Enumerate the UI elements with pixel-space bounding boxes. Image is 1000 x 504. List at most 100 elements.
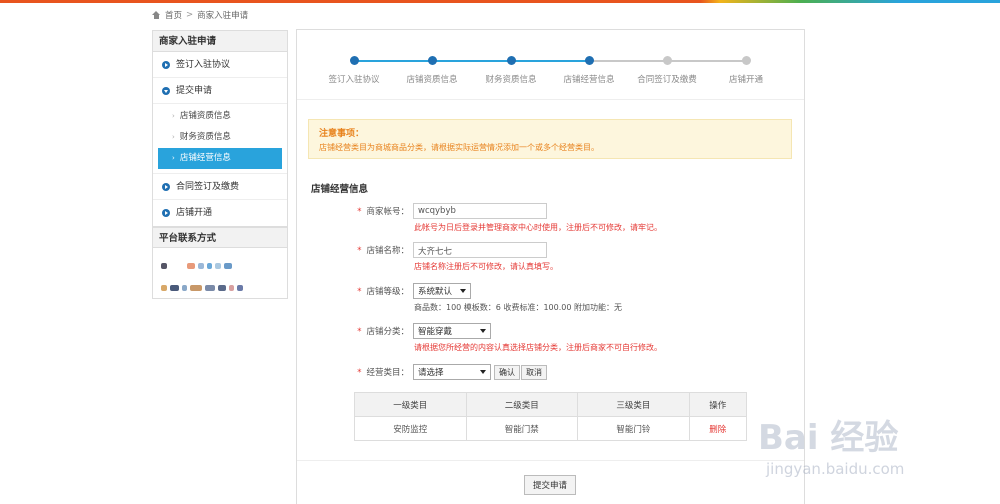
required-mark: *: [357, 327, 362, 337]
table-cell: 智能门禁: [465, 416, 579, 441]
blurred-contact-line: [161, 263, 232, 269]
table-header: 操作: [688, 392, 748, 417]
sidebar-sub-list: › 店铺资质信息 › 财务资质信息 › 店铺经营信息: [153, 104, 287, 174]
top-accent-bar: [0, 0, 1000, 3]
biz-category-select-value: 请选择: [418, 368, 444, 378]
breadcrumb-home[interactable]: 首页: [165, 9, 182, 21]
form-label: * 经营类目：: [337, 366, 409, 378]
notice-title: 注意事项：: [319, 129, 365, 139]
table-row: 安防监控 智能门禁 智能门铃 删除: [354, 416, 748, 441]
category-select-value: 智能穿戴: [418, 327, 453, 337]
submit-button[interactable]: 提交申请: [524, 475, 576, 495]
form-label-text: 经营类目：: [366, 368, 409, 378]
step-dot-done: [428, 56, 437, 65]
form-label-text: 店铺名称：: [366, 246, 409, 256]
step-dot-current: [585, 56, 594, 65]
arrow-right-circle-icon: [162, 182, 170, 191]
watermark: Bai 经验 jingyan.baidu.com: [758, 410, 988, 500]
sidebar-nav: 商家入驻申请 签订入驻协议 提交申请 › 店铺资质信息 › 财务资质信息 › 店…: [152, 30, 288, 227]
step-dot-pending: [742, 56, 751, 65]
watermark-url: jingyan.baidu.com: [766, 460, 905, 478]
biz-category-select[interactable]: 请选择: [413, 364, 491, 380]
step-label: 店铺资质信息: [406, 75, 458, 85]
required-mark: *: [357, 246, 362, 256]
notice-text: 店铺经营类目为商城商品分类，请根据实际运营情况添加一个或多个经营类目。: [319, 143, 599, 152]
contact-box: 平台联系方式: [152, 227, 288, 299]
sidebar-subitem-business-info[interactable]: › 店铺经营信息: [158, 148, 282, 169]
step-label: 签订入驻协议: [328, 75, 380, 85]
level-select-value: 系统默认: [418, 287, 453, 297]
chevron-down-icon: [480, 329, 486, 333]
sidebar-item-submit[interactable]: 提交申请: [153, 78, 287, 104]
sidebar-item-label: 合同签订及缴费: [176, 181, 240, 192]
sidebar-subitem-label: 店铺资质信息: [179, 111, 231, 121]
form-label-text: 商家帐号：: [366, 207, 409, 217]
required-mark: *: [357, 207, 362, 217]
sidebar-subitem-finance-qualification[interactable]: › 财务资质信息: [158, 127, 282, 148]
breadcrumb-separator: >: [186, 10, 194, 20]
category-table: 一级类目 二级类目 三级类目 操作 安防监控 智能门禁 智能门铃 删除: [354, 392, 748, 441]
notice-box: 注意事项： 店铺经营类目为商城商品分类，请根据实际运营情况添加一个或多个经营类目…: [308, 119, 792, 159]
form-label: * 店铺等级：: [337, 285, 409, 297]
submit-area: 提交申请: [297, 460, 804, 495]
required-mark: *: [357, 287, 362, 297]
level-select[interactable]: 系统默认: [413, 283, 471, 299]
chevron-down-icon: [460, 289, 466, 293]
sidebar-subitem-label: 财务资质信息: [179, 132, 231, 142]
sidebar-item-contract[interactable]: 合同签订及缴费: [153, 174, 287, 200]
category-select[interactable]: 智能穿戴: [413, 323, 491, 339]
confirm-button[interactable]: 确认: [494, 365, 520, 380]
form-label: * 商家帐号：: [337, 205, 409, 217]
table-cell: 智能门铃: [577, 416, 690, 441]
level-info: 商品数：100 模板数：6 收费标准：100.00 附加功能：无: [414, 303, 622, 312]
form-label: * 店铺名称：: [337, 244, 409, 256]
progress-steps: 签订入驻协议 店铺资质信息 财务资质信息 店铺经营信息 合同签订及缴费 店铺开通: [297, 30, 804, 100]
table-header: 二级类目: [465, 392, 579, 417]
sidebar-item-label: 提交申请: [176, 85, 213, 96]
table-header: 三级类目: [577, 392, 690, 417]
table-cell: 安防监控: [354, 416, 467, 441]
arrow-right-circle-icon: [162, 60, 170, 69]
required-mark: *: [357, 368, 362, 378]
main-panel: 签订入驻协议 店铺资质信息 财务资质信息 店铺经营信息 合同签订及缴费 店铺开通…: [296, 29, 805, 504]
bullet-icon: ›: [172, 133, 175, 141]
step-label: 合同签订及缴费: [637, 75, 697, 85]
breadcrumb: 首页 > 商家入驻申请: [152, 9, 248, 21]
form-label-text: 店铺等级：: [366, 287, 409, 297]
category-hint: 请根据您所经营的内容认真选择店铺分类，注册后商家不可自行修改。: [414, 343, 662, 352]
step-label: 财务资质信息: [485, 75, 537, 85]
step-dot-done: [350, 56, 359, 65]
shop-name-input[interactable]: 大齐七七: [413, 242, 547, 258]
form-label: * 店铺分类：: [337, 325, 409, 337]
sidebar-title: 商家入驻申请: [153, 31, 287, 52]
arrow-down-circle-icon: [162, 86, 170, 95]
blurred-contact-line: [161, 285, 243, 291]
table-header-row: 一级类目 二级类目 三级类目 操作: [354, 392, 748, 417]
sidebar-subitem-shop-qualification[interactable]: › 店铺资质信息: [158, 106, 282, 127]
sidebar: 商家入驻申请 签订入驻协议 提交申请 › 店铺资质信息 › 财务资质信息 › 店…: [152, 30, 288, 299]
form-label-text: 店铺分类：: [366, 327, 409, 337]
breadcrumb-current: 商家入驻申请: [197, 11, 249, 21]
sidebar-item-agreement[interactable]: 签订入驻协议: [153, 52, 287, 78]
chevron-down-icon: [480, 370, 486, 374]
cancel-button[interactable]: 取消: [521, 365, 547, 380]
arrow-right-circle-icon: [162, 209, 170, 217]
step-label: 店铺经营信息: [563, 75, 615, 85]
account-input[interactable]: wcqybyb: [413, 203, 547, 219]
contact-title: 平台联系方式: [153, 227, 287, 248]
table-header: 一级类目: [354, 392, 467, 417]
sidebar-item-label: 店铺开通: [176, 208, 213, 218]
home-icon: [152, 11, 161, 19]
shop-name-hint: 店铺名称注册后不可修改，请认真填写。: [414, 262, 558, 271]
step-label: 店铺开通: [728, 75, 763, 85]
bullet-icon: ›: [172, 154, 175, 162]
watermark-logo: Bai 经验: [758, 418, 899, 458]
step-line-done: [354, 60, 590, 62]
delete-link[interactable]: 删除: [688, 416, 748, 441]
account-hint: 此帐号为日后登录并管理商家中心时使用，注册后不可修改，请牢记。: [414, 223, 662, 232]
step-dot-done: [507, 56, 516, 65]
section-title: 店铺经营信息: [311, 184, 369, 195]
sidebar-item-label: 签订入驻协议: [176, 59, 231, 70]
step-dot-pending: [663, 56, 672, 65]
sidebar-item-open-shop[interactable]: 店铺开通: [153, 200, 287, 226]
